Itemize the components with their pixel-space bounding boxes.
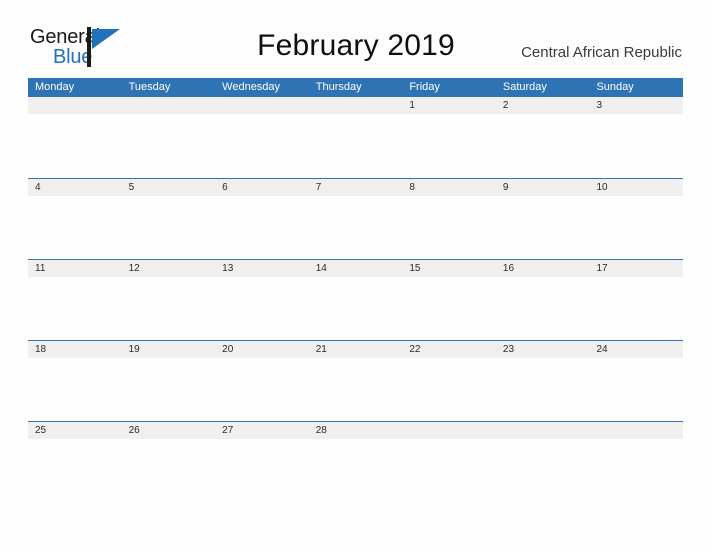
weekday-header-saturday: Saturday [502, 81, 547, 93]
weekday-header-wednesday: Wednesday [222, 81, 281, 93]
day-cell[interactable]: 14 [309, 260, 403, 277]
day-cell[interactable] [496, 422, 590, 439]
day-cell[interactable] [589, 422, 683, 439]
date-band: 18 19 20 21 22 23 24 [28, 341, 683, 358]
week-row: 18 19 20 21 22 23 24 [28, 340, 683, 421]
region-label: Central African Republic [521, 44, 682, 61]
day-cell[interactable] [122, 97, 216, 114]
weekday-header-friday: Friday [409, 81, 440, 93]
day-cell[interactable]: 13 [215, 260, 309, 277]
week-row: 1 2 3 [28, 97, 683, 178]
weekday-header-monday: Monday [35, 81, 75, 93]
date-band: 11 12 13 14 15 16 17 [28, 260, 683, 277]
day-cell[interactable] [215, 97, 309, 114]
day-cell[interactable]: 15 [402, 260, 496, 277]
day-cell[interactable]: 16 [496, 260, 590, 277]
date-band: 25 26 27 28 [28, 422, 683, 439]
day-cell[interactable] [309, 97, 403, 114]
day-cell[interactable]: 7 [309, 179, 403, 196]
day-cell[interactable]: 26 [122, 422, 216, 439]
date-band: 1 2 3 [28, 97, 683, 114]
day-cell[interactable]: 3 [589, 97, 683, 114]
weekday-header-tuesday: Tuesday [128, 81, 171, 93]
calendar-grid: Monday Tuesday Wednesday Thursday Friday… [28, 78, 683, 502]
day-cell[interactable] [402, 422, 496, 439]
day-cell[interactable]: 18 [28, 341, 122, 358]
date-band: 4 5 6 7 8 9 10 [28, 179, 683, 196]
day-cell[interactable]: 17 [589, 260, 683, 277]
day-cell[interactable]: 9 [496, 179, 590, 196]
day-cell[interactable]: 11 [28, 260, 122, 277]
day-cell[interactable]: 25 [28, 422, 122, 439]
day-cell[interactable]: 24 [589, 341, 683, 358]
day-cell[interactable]: 4 [28, 179, 122, 196]
day-cell[interactable]: 5 [122, 179, 216, 196]
weekday-header-sunday: Sunday [596, 81, 634, 93]
day-cell[interactable]: 10 [589, 179, 683, 196]
day-cell[interactable]: 27 [215, 422, 309, 439]
day-cell[interactable] [28, 97, 122, 114]
page-header: General Blue February 2019 Central Afric… [0, 0, 712, 78]
day-cell[interactable]: 28 [309, 422, 403, 439]
weekday-header-thursday: Thursday [315, 81, 362, 93]
week-row: 4 5 6 7 8 9 10 [28, 178, 683, 259]
day-cell[interactable]: 23 [496, 341, 590, 358]
day-cell[interactable]: 8 [402, 179, 496, 196]
day-cell[interactable]: 19 [122, 341, 216, 358]
day-cell[interactable]: 1 [402, 97, 496, 114]
day-cell[interactable]: 6 [215, 179, 309, 196]
day-cell[interactable]: 21 [309, 341, 403, 358]
week-row: 11 12 13 14 15 16 17 [28, 259, 683, 340]
day-cell[interactable]: 12 [122, 260, 216, 277]
day-cell[interactable]: 2 [496, 97, 590, 114]
weekday-header-row: Monday Tuesday Wednesday Thursday Friday… [28, 78, 683, 97]
day-cell[interactable]: 22 [402, 341, 496, 358]
day-cell[interactable]: 20 [215, 341, 309, 358]
week-row: 25 26 27 28 [28, 421, 683, 502]
